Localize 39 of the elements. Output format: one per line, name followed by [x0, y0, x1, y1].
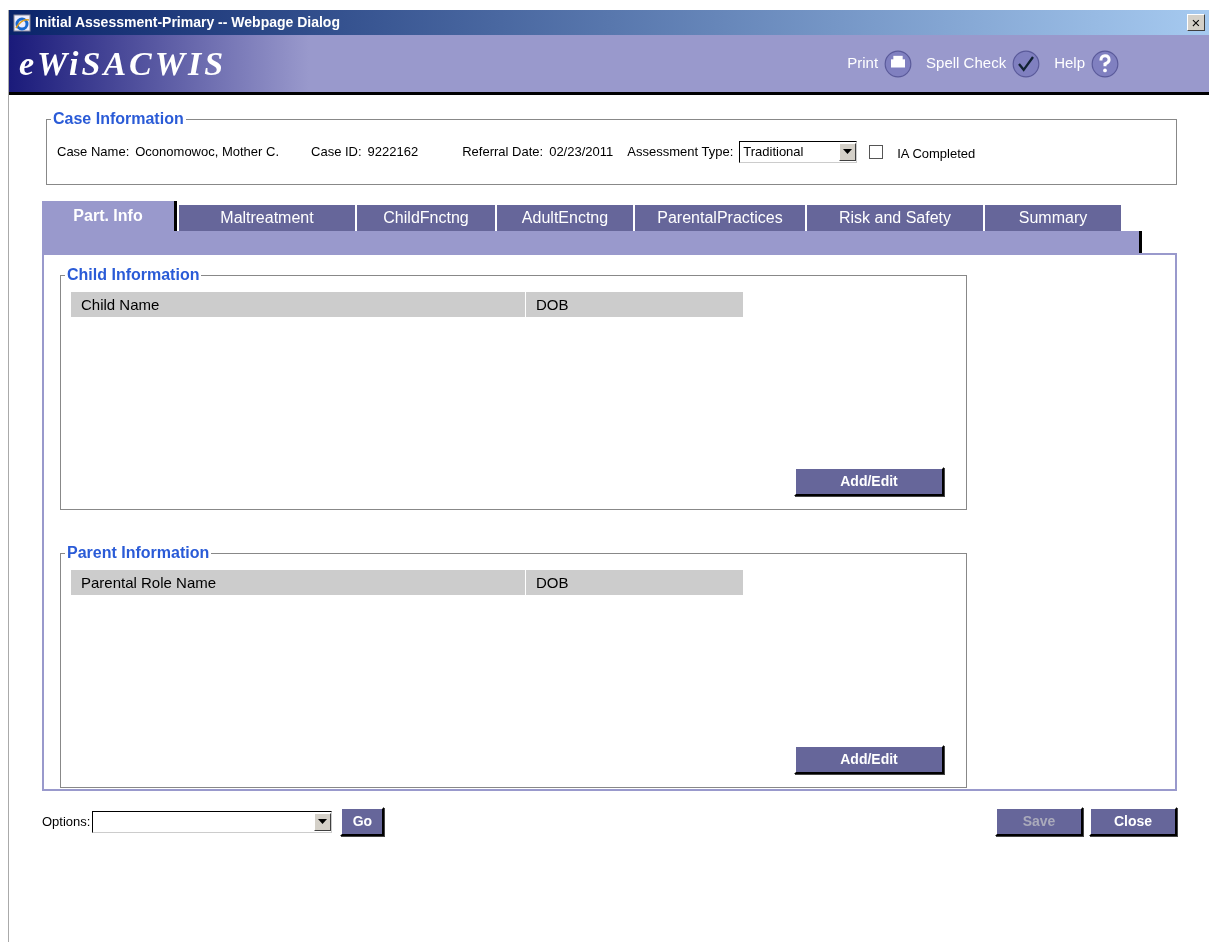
tool-link[interactable]: Spell Check	[926, 52, 1007, 75]
field-value: Oconomowoc, Mother C.	[135, 143, 280, 161]
field-value: 02/23/2011	[549, 143, 614, 161]
options-label: Options:	[42, 812, 91, 831]
field-label: Case ID:	[311, 143, 362, 161]
column-header: Child Name	[71, 292, 525, 317]
help-icon[interactable]	[1091, 49, 1119, 78]
add-edit-button[interactable]: Add/Edit	[794, 467, 944, 496]
logo: eWiSACWIS	[19, 44, 227, 84]
tool-link[interactable]: Print	[847, 52, 879, 75]
field-label: Case Name:	[57, 143, 130, 161]
column-header: DOB	[525, 292, 743, 317]
tab[interactable]: ChildFnctng	[355, 205, 495, 231]
field-value: 9222162	[367, 143, 419, 161]
checkbox-label: IA Completed	[897, 145, 976, 163]
window-title: Initial Assessment-Primary -- Webpage Dialog	[35, 13, 340, 32]
tool-link[interactable]: Help	[1054, 52, 1085, 75]
column-header: DOB	[525, 570, 743, 595]
column-header: Parental Role Name	[71, 570, 525, 595]
close-button[interactable]: ×	[1187, 14, 1205, 31]
printer-icon[interactable]	[884, 49, 913, 78]
browser-icon	[13, 13, 31, 32]
field-label: Assessment Type:	[627, 143, 734, 161]
tab[interactable]: ParentalPractices	[633, 205, 805, 231]
checkbox[interactable]	[869, 144, 884, 159]
tab[interactable]: AdultEnctng	[495, 205, 633, 231]
dropdown-arrow-icon[interactable]	[318, 819, 328, 824]
tab[interactable]: Maltreatment	[177, 205, 355, 231]
add-edit-button[interactable]: Add/Edit	[794, 745, 944, 774]
field-label: Referral Date:	[462, 143, 544, 161]
tab[interactable]: Risk and Safety	[805, 205, 983, 231]
go-button[interactable]: Go	[340, 807, 385, 836]
dropdown-arrow-icon[interactable]	[843, 149, 853, 155]
options-select[interactable]	[92, 810, 333, 833]
tab[interactable]: Part. Info	[42, 201, 177, 231]
close-button[interactable]: Close	[1089, 807, 1177, 836]
tab[interactable]: Summary	[983, 205, 1121, 231]
assessment-type-select[interactable]: Traditional	[739, 140, 858, 163]
checkmark-icon[interactable]	[1012, 49, 1041, 78]
